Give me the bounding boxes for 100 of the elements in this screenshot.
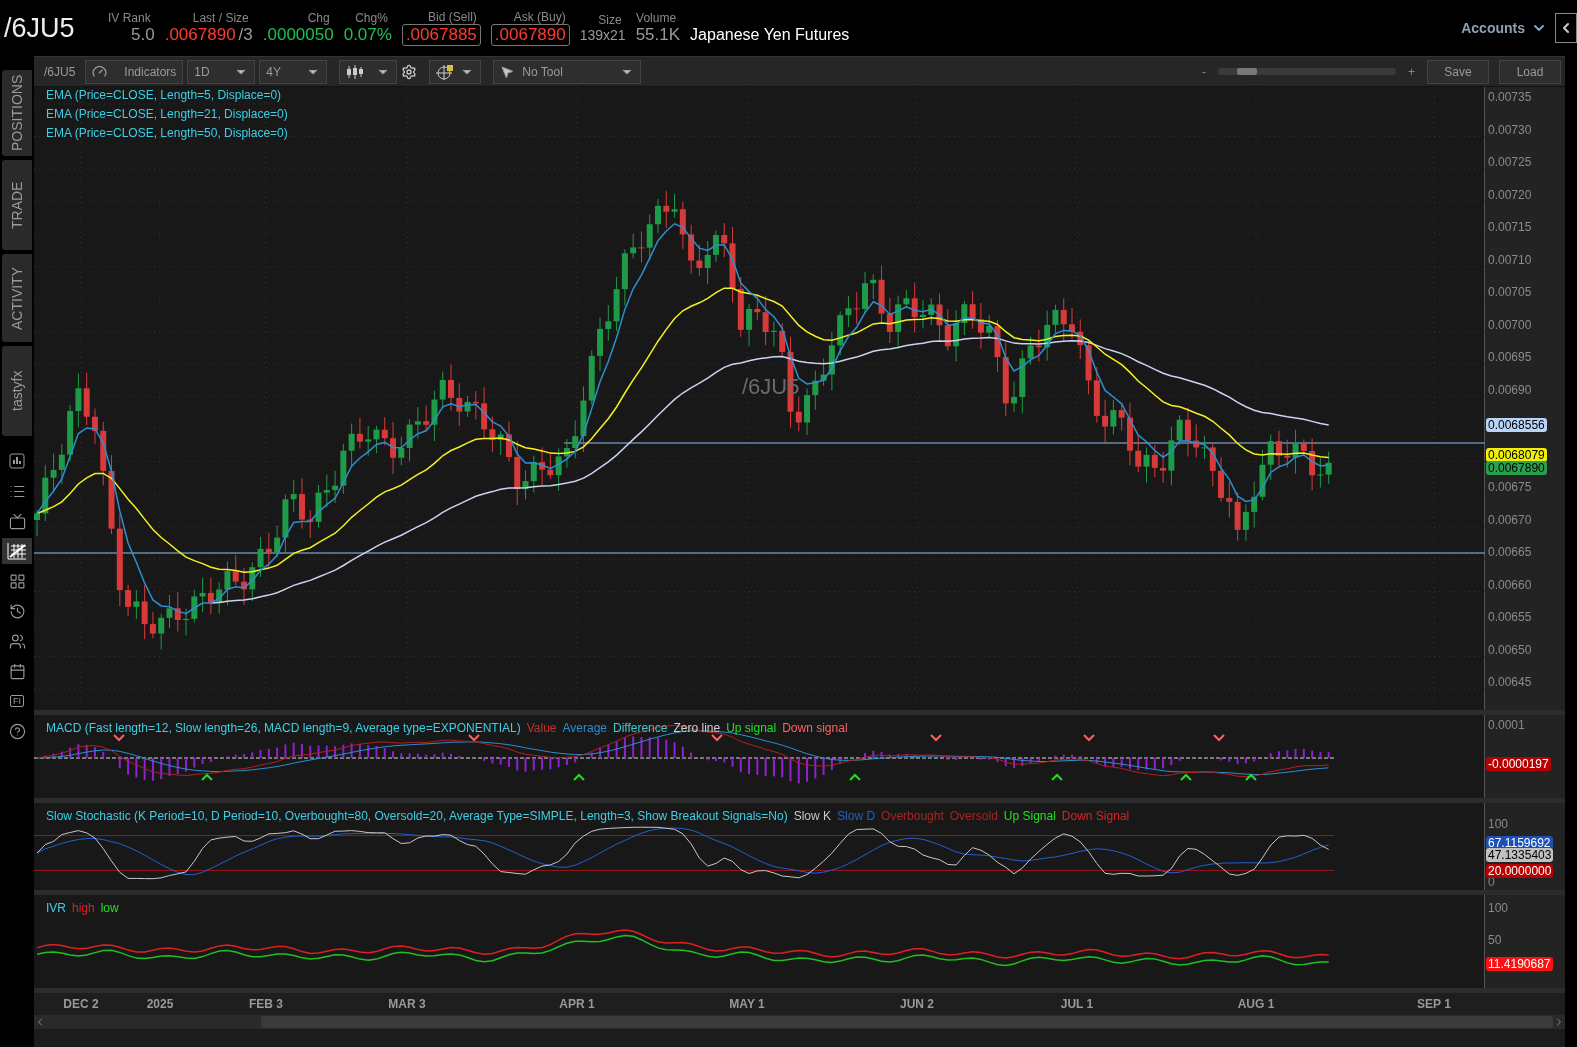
axis-tick: 100 bbox=[1488, 901, 1509, 915]
history-icon bbox=[8, 602, 26, 620]
up-signal-icon bbox=[849, 773, 861, 781]
grid-icon bbox=[8, 572, 26, 590]
study-label: EMA (Price=CLOSE, Length=21, Displace=0) bbox=[46, 107, 288, 121]
date-label: MAY 1 bbox=[729, 997, 765, 1011]
legend-item: Value bbox=[526, 721, 557, 735]
legend-item: Overbought bbox=[881, 809, 944, 823]
legend-item: high bbox=[72, 901, 95, 915]
axis-tick: 50 bbox=[1488, 933, 1502, 947]
crosshair-icon bbox=[436, 63, 455, 80]
tool-dropdown[interactable]: No Tool bbox=[493, 59, 642, 84]
quote-button[interactable]: .0067885 bbox=[401, 24, 481, 46]
field-label: Bid (Sell) bbox=[428, 10, 478, 24]
axis-tick: 100 bbox=[1488, 817, 1509, 831]
people-icon bbox=[8, 632, 26, 650]
bar-chart-icon bbox=[9, 453, 25, 469]
date-label: 2025 bbox=[146, 997, 174, 1011]
study-label: EMA (Price=CLOSE, Length=5, Displace=0) bbox=[46, 88, 283, 102]
zoom-slider[interactable] bbox=[1218, 68, 1396, 75]
study-label: EMA (Price=CLOSE, Length=50, Displace=0) bbox=[46, 126, 288, 140]
axis-tick: 0.0001 bbox=[1488, 718, 1525, 732]
down-signal-icon bbox=[113, 734, 125, 742]
legend-item: Slow D bbox=[837, 809, 876, 823]
tv-icon bbox=[8, 512, 26, 530]
zoom-in-button[interactable]: + bbox=[1408, 64, 1415, 79]
sidebar-tab[interactable]: ACTIVITY bbox=[2, 254, 32, 342]
legend-item: Up signal bbox=[726, 721, 777, 735]
zoom-out-button[interactable]: - bbox=[1202, 64, 1206, 79]
legend-item: Slow K bbox=[793, 809, 832, 823]
chart-icon bbox=[7, 542, 27, 560]
sidebar-label: FI bbox=[10, 695, 24, 707]
candlestick-icon bbox=[346, 64, 365, 79]
price-label: 0.0068556 bbox=[1486, 418, 1547, 432]
down-signal-icon bbox=[468, 734, 480, 742]
sidebar-tab[interactable]: TRADE bbox=[2, 160, 32, 250]
field-label: Chg% bbox=[355, 11, 389, 25]
down-signal-icon bbox=[711, 734, 723, 742]
quote-button[interactable]: .0067890 bbox=[490, 24, 570, 46]
axis-tick: 0.00700 bbox=[1488, 317, 1532, 332]
save-button[interactable]: Save bbox=[1427, 59, 1489, 84]
indicators-button[interactable]: Indicators bbox=[85, 59, 184, 84]
field-value: 0.07% bbox=[343, 25, 392, 45]
legend-item: Oversold bbox=[949, 809, 998, 823]
date-label: AUG 1 bbox=[1237, 997, 1275, 1011]
axis-tick: 0.00665 bbox=[1488, 545, 1532, 559]
calendar-icon bbox=[8, 662, 26, 680]
up-signal-icon bbox=[201, 773, 213, 781]
axis-tick: 0.00720 bbox=[1488, 187, 1532, 202]
aggregation-dropdown[interactable]: 1D bbox=[187, 59, 256, 84]
date-label: FEB 3 bbox=[249, 997, 283, 1011]
symbol-title: /6JU5 bbox=[4, 12, 76, 44]
sidebar-button[interactable]: FI bbox=[2, 688, 32, 714]
help-icon bbox=[8, 722, 26, 740]
legend-item: Down signal bbox=[782, 721, 848, 735]
field-value: .0000050 bbox=[262, 25, 334, 45]
field-value: 55.1K bbox=[635, 25, 681, 45]
up-signal-icon bbox=[1245, 773, 1257, 781]
axis-tick: 0.00715 bbox=[1488, 220, 1532, 234]
down-signal-icon bbox=[1213, 734, 1225, 742]
down-signal-icon bbox=[930, 734, 942, 742]
down-signal-icon bbox=[1083, 734, 1095, 742]
up-signal-icon bbox=[573, 773, 585, 781]
price-label: 11.4190687 bbox=[1486, 957, 1553, 971]
axis-tick: 0.00695 bbox=[1488, 350, 1532, 364]
gauge-icon bbox=[92, 64, 108, 79]
range-dropdown[interactable]: 4Y bbox=[259, 59, 328, 84]
accounts-menu[interactable]: Accounts bbox=[1461, 20, 1547, 36]
chart-style-dropdown[interactable] bbox=[339, 59, 398, 84]
field-label: Ask (Buy) bbox=[513, 10, 567, 24]
sidebar-button[interactable] bbox=[2, 538, 32, 564]
settings-icon[interactable] bbox=[401, 63, 418, 80]
sidebar-tab[interactable]: POSITIONS bbox=[2, 70, 32, 156]
study-title: IVR bbox=[46, 901, 66, 915]
up-signal-icon bbox=[1180, 773, 1192, 781]
field-value: 139x21 bbox=[579, 27, 626, 43]
field-label: Size bbox=[598, 13, 623, 27]
study-title: Slow Stochastic (K Period=10, D Period=10, Overbought=80, Oversold=20, Average Type=SIMPLE, Length=3, Show Breakout Signals=No) bbox=[46, 809, 788, 823]
legend-item: Difference bbox=[613, 721, 668, 735]
tool-label: No Tool bbox=[522, 64, 563, 79]
field-value: /3 bbox=[238, 25, 253, 45]
price-label: 47.1335403 bbox=[1486, 848, 1554, 862]
axis-tick: 0.00705 bbox=[1488, 285, 1532, 299]
load-button[interactable]: Load bbox=[1499, 59, 1561, 84]
price-label: 20.0000000 bbox=[1486, 864, 1554, 878]
field-label: IV Rank bbox=[108, 11, 152, 25]
date-label: SEP 1 bbox=[1417, 997, 1451, 1011]
drawing-dropdown[interactable] bbox=[429, 59, 482, 84]
date-label: MAR 3 bbox=[388, 997, 426, 1011]
axis-tick: 0.00690 bbox=[1488, 382, 1532, 397]
slider-thumb[interactable] bbox=[1236, 68, 1257, 75]
axis-tick: 0.00655 bbox=[1488, 610, 1532, 624]
price-label: 0.0068079 bbox=[1486, 448, 1547, 462]
legend-item: Down Signal bbox=[1061, 809, 1130, 823]
study-title: MACD (Fast length=12, Slow length=26, MACD length=9, Average type=EXPONENTIAL) bbox=[46, 721, 521, 735]
date-label: DEC 2 bbox=[63, 997, 99, 1011]
date-label: JUN 2 bbox=[900, 997, 934, 1011]
sidebar-tab[interactable]: tastyfx bbox=[2, 346, 32, 436]
price-label: 0.0067890 bbox=[1486, 461, 1547, 475]
collapse-button[interactable] bbox=[1555, 13, 1577, 43]
